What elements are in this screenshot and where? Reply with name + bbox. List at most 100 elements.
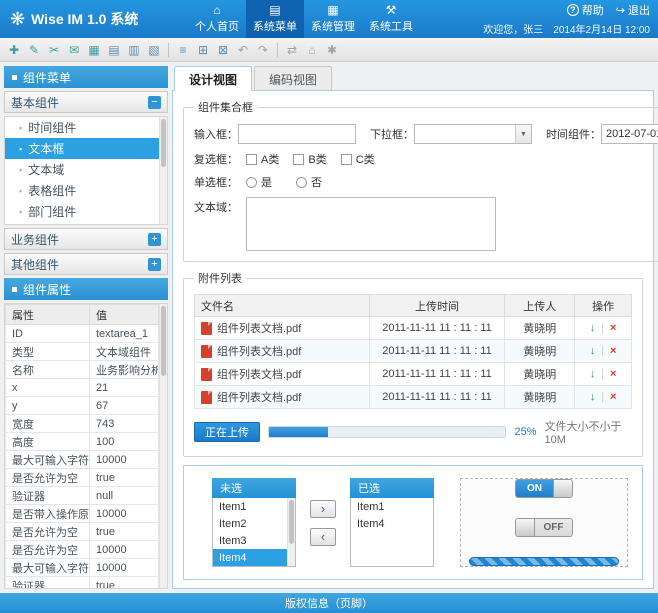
- prop-value[interactable]: true: [90, 577, 159, 590]
- table-row[interactable]: 验证器null: [6, 487, 159, 505]
- table-row[interactable]: 验证器true: [6, 577, 159, 590]
- scrollbar[interactable]: [287, 498, 295, 566]
- download-icon[interactable]: ↓: [590, 322, 596, 334]
- file-name[interactable]: 组件列表文档.pdf: [217, 366, 301, 382]
- list-item-table-component[interactable]: ▪ 表格组件: [5, 180, 159, 201]
- radio-option-no[interactable]: 否: [296, 174, 322, 190]
- list-item[interactable]: Item5: [213, 566, 287, 567]
- list-item-selected[interactable]: Item4: [213, 549, 287, 566]
- scrollbar[interactable]: [159, 304, 167, 588]
- checkbox-option-c[interactable]: C类: [341, 151, 375, 167]
- checkbox[interactable]: [246, 154, 257, 165]
- edit-icon[interactable]: ✎: [26, 42, 42, 58]
- table-row[interactable]: 名称业务影响分析说明: [6, 361, 159, 379]
- prop-value[interactable]: 100: [90, 433, 159, 451]
- expand-icon[interactable]: +: [148, 233, 161, 246]
- list-item[interactable]: Item1: [351, 498, 433, 515]
- file-name[interactable]: 组件列表文档.pdf: [217, 389, 301, 405]
- radio-option-yes[interactable]: 是: [246, 174, 272, 190]
- uploading-button[interactable]: 正在上传: [194, 422, 260, 442]
- prop-value[interactable]: null: [90, 487, 159, 505]
- prop-value[interactable]: 文本域组件: [90, 343, 159, 361]
- swap-icon[interactable]: ⇄: [284, 42, 300, 58]
- download-icon[interactable]: ↓: [590, 368, 596, 380]
- cut-icon[interactable]: ✂: [46, 42, 62, 58]
- add-icon[interactable]: ✚: [6, 42, 22, 58]
- tab-code-view[interactable]: 编码视图: [254, 66, 332, 91]
- list-icon[interactable]: ≡: [175, 42, 191, 58]
- list-item-textbox[interactable]: ▪ 文本框: [5, 138, 159, 159]
- caret-down-icon[interactable]: ▼: [515, 125, 531, 143]
- table-row[interactable]: x21: [6, 379, 159, 397]
- redo-icon[interactable]: ↷: [255, 42, 271, 58]
- grid-icon[interactable]: ▦: [86, 42, 102, 58]
- radio-button[interactable]: [296, 177, 307, 188]
- move-right-button[interactable]: ›: [310, 500, 336, 518]
- download-icon[interactable]: ↓: [590, 345, 596, 357]
- logout-button[interactable]: ↪ 退出: [616, 2, 650, 18]
- table-row[interactable]: y67: [6, 397, 159, 415]
- file-name[interactable]: 组件列表文档.pdf: [217, 320, 301, 336]
- move-left-button[interactable]: ‹: [310, 528, 336, 546]
- help-button[interactable]: ? 帮助: [567, 2, 604, 18]
- table-row[interactable]: 最大可输入字符数10000: [6, 559, 159, 577]
- prop-value[interactable]: 10000: [90, 559, 159, 577]
- prop-value[interactable]: true: [90, 523, 159, 541]
- file-name[interactable]: 组件列表文档.pdf: [217, 343, 301, 359]
- scrollbar-thumb[interactable]: [161, 306, 166, 376]
- scrollbar-thumb[interactable]: [161, 119, 166, 167]
- prop-value[interactable]: 10000: [90, 505, 159, 523]
- accordion-other-components[interactable]: 其他组件 +: [4, 253, 168, 275]
- textarea-field[interactable]: [246, 197, 496, 251]
- table-row[interactable]: 高度100: [6, 433, 159, 451]
- prop-value[interactable]: 10000: [90, 541, 159, 559]
- scrollbar[interactable]: [159, 117, 167, 224]
- checkbox[interactable]: [293, 154, 304, 165]
- scrollbar-thumb[interactable]: [289, 500, 294, 544]
- dropdown-select[interactable]: ▼: [414, 124, 532, 144]
- undo-icon[interactable]: ↶: [235, 42, 251, 58]
- nav-item-home[interactable]: ⌂ 个人首页: [188, 0, 246, 38]
- toggle-handle[interactable]: [516, 519, 535, 536]
- prop-value[interactable]: 67: [90, 397, 159, 415]
- list-item[interactable]: Item1: [213, 498, 287, 515]
- table-row[interactable]: 是否允许为空10000: [6, 541, 159, 559]
- checkbox-option-b[interactable]: B类: [293, 151, 326, 167]
- delete-icon[interactable]: ×: [610, 391, 616, 403]
- radio-button[interactable]: [246, 177, 257, 188]
- prop-value[interactable]: 业务影响分析说明: [90, 361, 159, 379]
- prop-value[interactable]: 743: [90, 415, 159, 433]
- delete-icon[interactable]: ×: [610, 322, 616, 334]
- prop-value[interactable]: 21: [90, 379, 159, 397]
- list-item[interactable]: Item2: [213, 515, 287, 532]
- table-row[interactable]: 是否允许为空true: [6, 523, 159, 541]
- window-close-icon[interactable]: ⊠: [215, 42, 231, 58]
- chart-icon[interactable]: ▧: [146, 42, 162, 58]
- table-row[interactable]: IDtextarea_1: [6, 325, 159, 343]
- list-item-time-component[interactable]: ▪ 时间组件: [5, 117, 159, 138]
- delete-icon[interactable]: ×: [610, 345, 616, 357]
- nav-item-system-tools[interactable]: ⚒ 系统工具: [362, 0, 420, 38]
- table-row[interactable]: 类型文本域组件: [6, 343, 159, 361]
- nav-item-system-menu[interactable]: ▤ 系统菜单: [246, 0, 304, 38]
- tab-design-view[interactable]: 设计视图: [174, 66, 252, 91]
- date-input[interactable]: [602, 128, 658, 140]
- prop-value[interactable]: 10000: [90, 451, 159, 469]
- window-new-icon[interactable]: ⊞: [195, 42, 211, 58]
- home-shortcut-icon[interactable]: ⌂: [304, 42, 320, 58]
- table-icon[interactable]: ▤: [106, 42, 122, 58]
- prop-value[interactable]: textarea_1: [90, 325, 159, 343]
- collapse-icon[interactable]: −: [148, 96, 161, 109]
- table-row[interactable]: 最大可输入字符数10000: [6, 451, 159, 469]
- nav-item-system-manage[interactable]: ▦ 系统管理: [304, 0, 362, 38]
- table-row[interactable]: 是否允许为空true: [6, 469, 159, 487]
- accordion-business-components[interactable]: 业务组件 +: [4, 228, 168, 250]
- download-icon[interactable]: ↓: [590, 391, 596, 403]
- expand-icon[interactable]: +: [148, 258, 161, 271]
- checkbox-option-a[interactable]: A类: [246, 151, 279, 167]
- toggle-on-switch[interactable]: ON: [515, 479, 573, 498]
- text-input[interactable]: [238, 124, 356, 144]
- toggle-handle[interactable]: [553, 480, 572, 497]
- columns-icon[interactable]: ▥: [126, 42, 142, 58]
- table-row[interactable]: 宽度743: [6, 415, 159, 433]
